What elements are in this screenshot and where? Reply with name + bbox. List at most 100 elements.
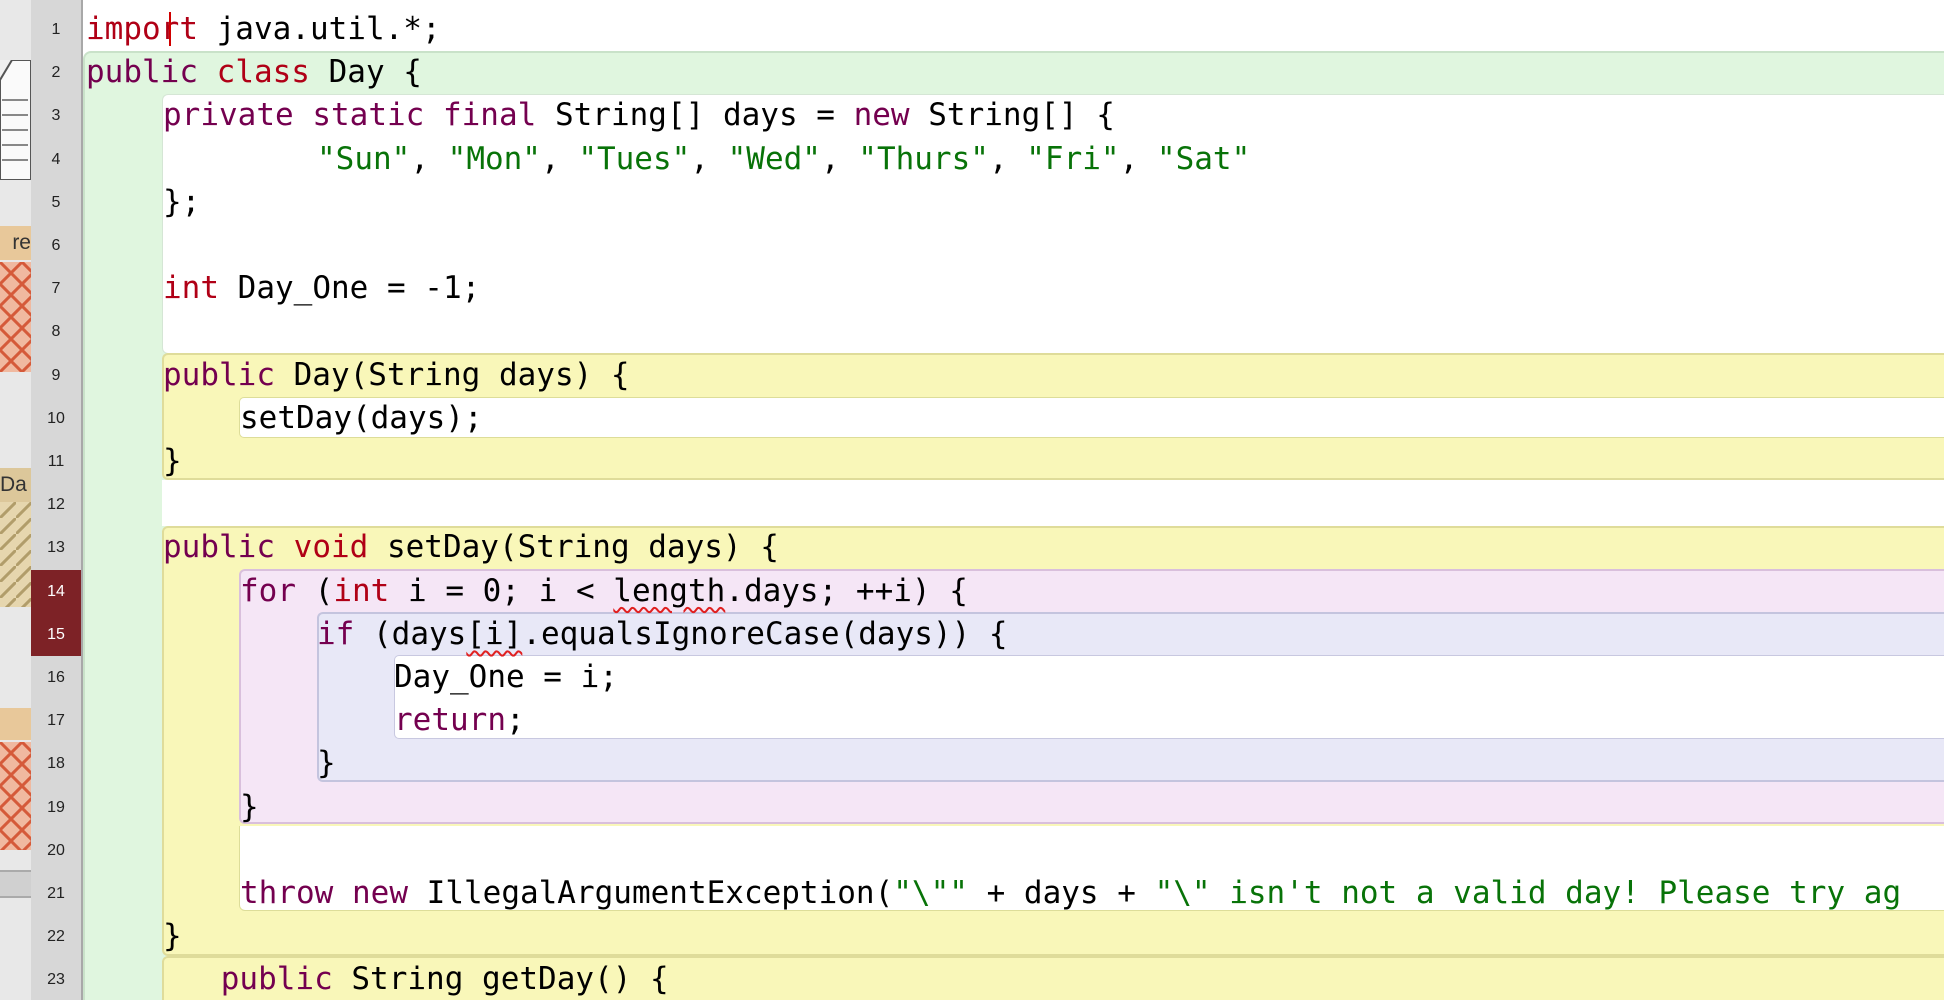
code-token: , bbox=[410, 140, 448, 177]
code-token: Day_One = -1; bbox=[219, 270, 481, 307]
code-token: import bbox=[86, 11, 198, 47]
code-token: }; bbox=[163, 183, 201, 220]
code-line[interactable]: public String getDay() { bbox=[221, 958, 669, 1000]
line-number[interactable]: 21 bbox=[31, 872, 81, 915]
line-number[interactable]: 6 bbox=[31, 224, 81, 267]
code-line[interactable]: import java.util.*; bbox=[86, 8, 441, 51]
code-line[interactable]: } bbox=[163, 915, 182, 958]
code-token: String[] { bbox=[909, 97, 1115, 134]
line-number[interactable]: 5 bbox=[31, 181, 81, 224]
code-token: "Tues" bbox=[578, 140, 691, 177]
code-line[interactable]: } bbox=[240, 786, 259, 829]
background-class-box-2 bbox=[0, 502, 31, 607]
background-class-box-3 bbox=[0, 742, 31, 850]
line-number[interactable]: 4 bbox=[31, 138, 81, 181]
code-token: new bbox=[352, 875, 408, 911]
code-line[interactable]: "Sun", "Mon", "Tues", "Wed", "Thurs", "F… bbox=[317, 138, 1250, 181]
code-token: private bbox=[163, 97, 294, 134]
line-number[interactable]: 8 bbox=[31, 310, 81, 353]
code-token: } bbox=[163, 918, 182, 955]
code-line[interactable]: } bbox=[163, 440, 182, 483]
code-token: setDay(days); bbox=[240, 399, 483, 436]
code-token: } bbox=[163, 443, 182, 479]
line-number[interactable]: 11 bbox=[31, 440, 81, 483]
code-line[interactable]: private static final String[] days = new… bbox=[163, 94, 1115, 137]
code-line[interactable]: throw new IllegalArgumentException("\"" … bbox=[240, 872, 1901, 915]
line-number[interactable]: 17 bbox=[31, 699, 81, 742]
code-token: , bbox=[988, 140, 1027, 177]
code-token: } bbox=[240, 788, 259, 825]
line-number[interactable]: 10 bbox=[31, 397, 81, 440]
code-line[interactable]: return; bbox=[394, 699, 525, 742]
code-token: static bbox=[312, 97, 425, 134]
code-token: public bbox=[163, 356, 275, 393]
background-note-icon bbox=[0, 59, 31, 181]
code-token: public bbox=[220, 961, 333, 998]
code-token: if bbox=[317, 615, 355, 652]
line-number[interactable]: 19 bbox=[31, 786, 81, 829]
code-token: ; bbox=[505, 702, 525, 739]
code-token: } bbox=[317, 745, 336, 782]
code-token: "Thurs" bbox=[858, 140, 989, 177]
background-window-strip: re Da bbox=[0, 0, 31, 1000]
code-token: "Wed" bbox=[727, 140, 821, 177]
code-token: "Sun" bbox=[317, 140, 411, 177]
code-line[interactable]: Day_One = i; bbox=[394, 656, 618, 699]
line-number[interactable]: 16 bbox=[31, 656, 81, 699]
if-body bbox=[394, 655, 1944, 739]
code-editor[interactable]: import java.util.*; public class Day {pri… bbox=[83, 0, 1944, 1000]
code-token: .days; ++i) { bbox=[725, 572, 968, 609]
code-token: "Fri" bbox=[1026, 140, 1120, 177]
code-token: int bbox=[163, 270, 219, 307]
code-line[interactable]: for (int i = 0; i < length.days; ++i) { bbox=[240, 570, 968, 613]
code-token: "\"" bbox=[893, 875, 968, 911]
constructor-body bbox=[239, 397, 1944, 438]
code-token: , bbox=[820, 140, 859, 177]
code-line[interactable]: setDay(days); bbox=[240, 397, 483, 440]
error-token: [i] bbox=[466, 615, 523, 652]
code-line[interactable]: }; bbox=[163, 181, 200, 224]
background-class-label-3 bbox=[0, 708, 31, 740]
code-token: String[] days = bbox=[536, 97, 854, 134]
code-token: Day { bbox=[309, 54, 422, 91]
line-number[interactable]: 9 bbox=[31, 354, 81, 397]
line-number[interactable]: 12 bbox=[31, 483, 81, 526]
code-token: "\" isn't not a valid day! Please try ag bbox=[1154, 875, 1902, 911]
line-number[interactable]: 3 bbox=[31, 94, 81, 137]
code-line[interactable]: int Day_One = -1; bbox=[163, 267, 480, 310]
code-line[interactable]: public class Day { bbox=[86, 51, 422, 94]
code-token: (days bbox=[354, 615, 467, 652]
text-caret bbox=[169, 12, 171, 46]
line-number[interactable]: 18 bbox=[31, 742, 81, 785]
line-number[interactable]: 1 bbox=[31, 8, 81, 51]
background-class-label-2: Da bbox=[0, 468, 31, 502]
code-token: String getDay() { bbox=[332, 961, 669, 998]
code-token: java.util.*; bbox=[197, 11, 441, 47]
code-token: Day_One = i; bbox=[394, 659, 618, 695]
code-line[interactable]: if (days[i].equalsIgnoreCase(days)) { bbox=[317, 613, 1008, 656]
line-number[interactable]: 13 bbox=[31, 526, 81, 569]
line-number[interactable]: 7 bbox=[31, 267, 81, 310]
code-token: "Mon" bbox=[447, 140, 541, 177]
code-token: "Sat" bbox=[1156, 140, 1251, 177]
code-token: void bbox=[293, 529, 369, 566]
code-token: + days + bbox=[967, 875, 1155, 911]
code-token: for bbox=[240, 572, 296, 609]
code-line[interactable]: } bbox=[317, 742, 336, 785]
line-number[interactable]: 20 bbox=[31, 829, 81, 872]
line-number[interactable]: 15 bbox=[31, 612, 81, 656]
line-number[interactable]: 14 bbox=[31, 569, 81, 613]
code-token: class bbox=[216, 54, 310, 91]
line-number[interactable]: 2 bbox=[31, 51, 81, 94]
code-line[interactable]: public Day(String days) { bbox=[163, 354, 630, 397]
gap-between-methods bbox=[162, 480, 1944, 526]
line-number[interactable]: 23 bbox=[31, 958, 81, 1001]
line-number[interactable]: 22 bbox=[31, 915, 81, 958]
code-line[interactable]: public void setDay(String days) { bbox=[163, 526, 779, 569]
code-token: setDay(String days) { bbox=[368, 529, 779, 566]
code-token: int bbox=[333, 572, 390, 609]
